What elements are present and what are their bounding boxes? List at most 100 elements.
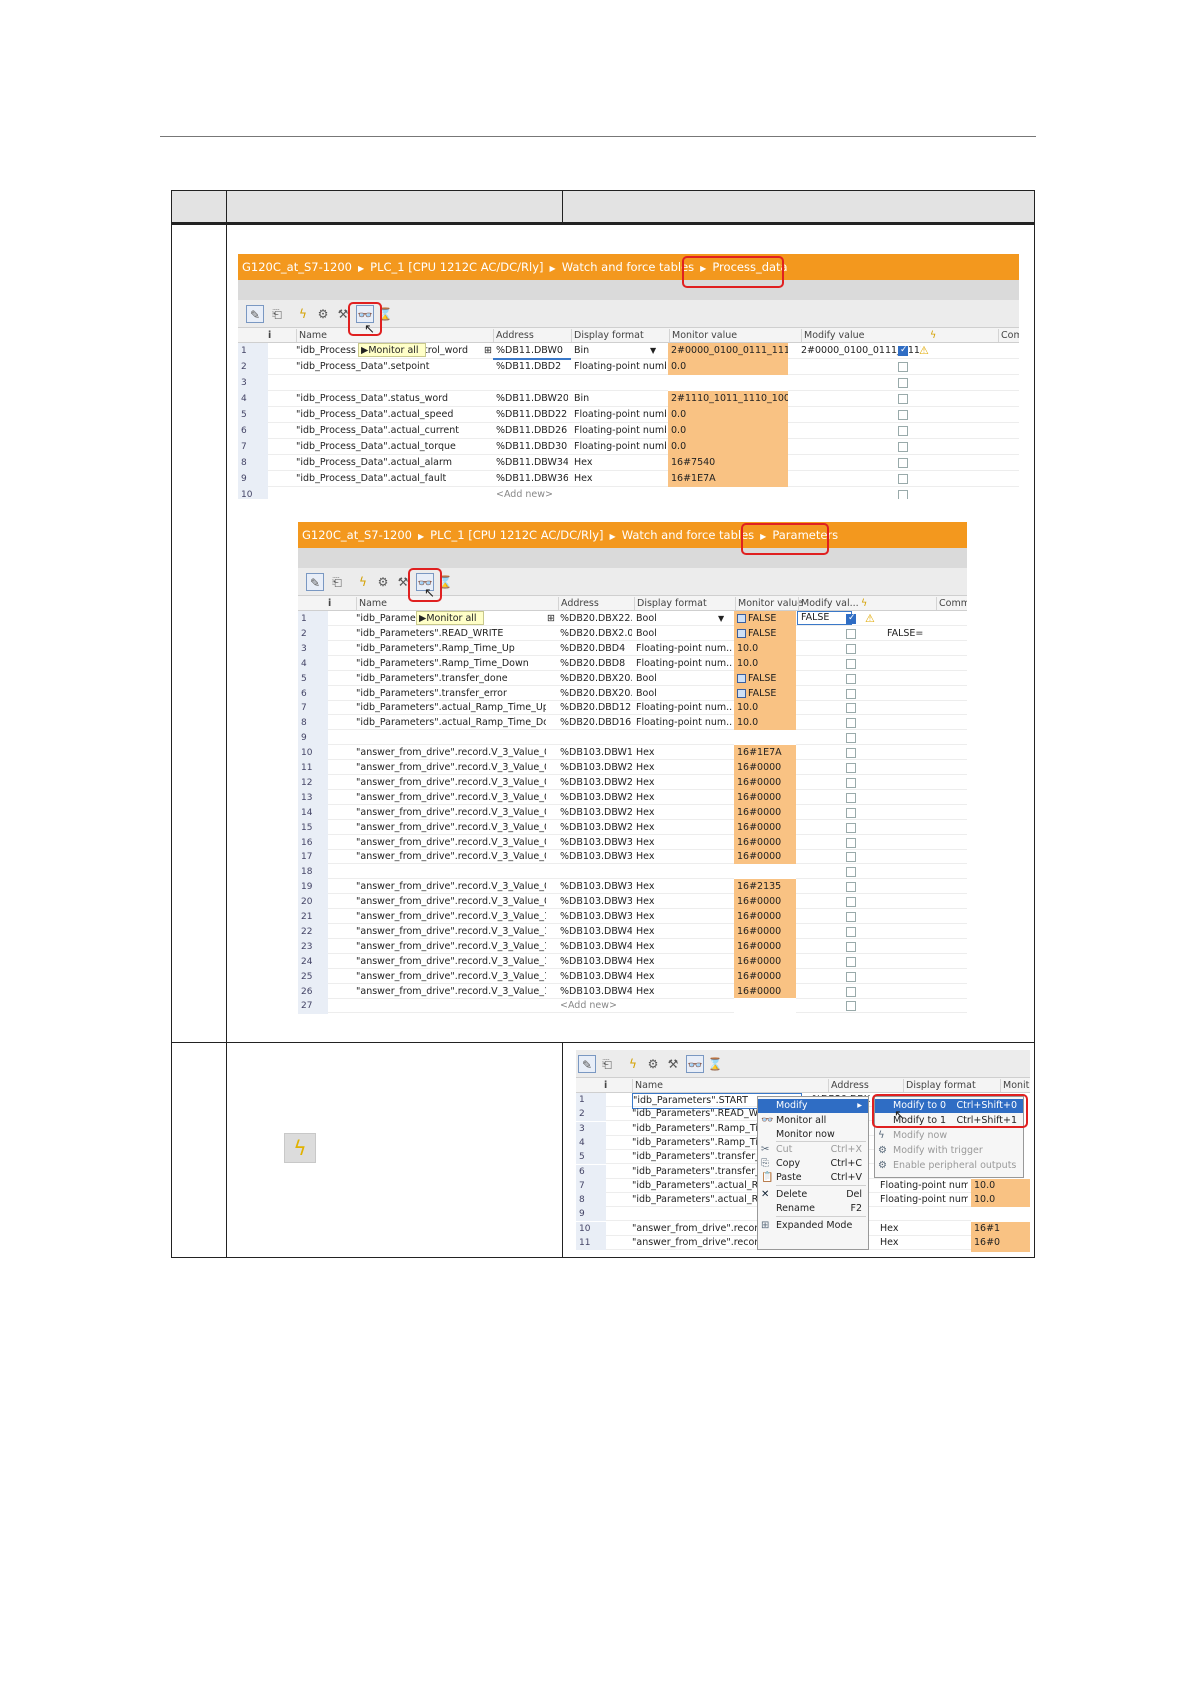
display-format-cell[interactable] xyxy=(574,487,666,499)
name-cell[interactable]: "answer_from_drive".record.V_3_Value_02 xyxy=(356,775,546,791)
address-cell[interactable]: %DB103.DBW30 xyxy=(560,835,632,851)
table-row[interactable]: 5 "idb_Process_Data".actual_speed %DB11.DB… xyxy=(238,407,1019,423)
comment-cell[interactable] xyxy=(887,864,967,880)
modify-value-cell[interactable] xyxy=(797,998,852,1014)
chevron-down-icon[interactable]: ▼ xyxy=(650,343,656,359)
name-cell[interactable]: "answer_from_drive".record.V_3_Value_00 xyxy=(356,745,546,761)
comment-cell[interactable] xyxy=(887,939,967,955)
name-cell[interactable]: "answer_from_drive".record.V_3_Value_03 xyxy=(356,790,546,806)
comment-cell[interactable]: FALSE= xyxy=(887,626,967,642)
name-cell[interactable]: "answer_from_drive".record.V_3_Value_10 xyxy=(356,909,546,925)
table-row[interactable]: 18 xyxy=(298,864,967,881)
modify-checkbox[interactable] xyxy=(846,956,856,967)
name-cell[interactable]: "idb_Parameters".READ_WRITE xyxy=(356,626,546,642)
modify-checkbox[interactable] xyxy=(846,703,856,714)
context-menu-item-modify[interactable]: Modify ▸ xyxy=(758,1099,868,1113)
modify-value-cell[interactable] xyxy=(797,820,852,836)
name-cell[interactable]: "answer_from_drive".record.V_3_Value_06 xyxy=(356,835,546,851)
display-format-cell[interactable]: Hex xyxy=(636,745,732,761)
display-format-cell[interactable]: Hex xyxy=(636,805,732,821)
display-format-cell[interactable]: Hex xyxy=(636,879,732,895)
table-row[interactable]: 2 "idb_Process_Data".setpoint %DB11.DBD2 Fl… xyxy=(238,359,1019,375)
address-cell[interactable]: %DB11.DBD2 xyxy=(496,359,568,375)
display-format-cell[interactable]: Bin xyxy=(574,391,666,407)
display-format-cell[interactable]: Floating-point num... xyxy=(636,715,732,731)
table-row[interactable]: 13 "answer_from_drive".record.V_3_Value_0… xyxy=(298,789,967,806)
modify-checkbox[interactable] xyxy=(846,852,856,863)
name-cell[interactable]: "answer_from_drive".record.V_3_Value_04 xyxy=(356,805,546,821)
display-format-column-header[interactable]: Display format xyxy=(571,329,644,342)
comment-cell[interactable] xyxy=(887,715,967,731)
table-row[interactable]: 16 "answer_from_drive".record.V_3_Value_0… xyxy=(298,834,967,851)
name-cell[interactable]: "answer_from_drive".record.V_3_Value_01 xyxy=(356,760,546,776)
submenu-item-enable-peripheral-outputs[interactable]: ⚙ Enable peripheral outputs xyxy=(875,1159,1023,1173)
address-cell[interactable]: %DB11.DBD26 xyxy=(496,423,568,439)
context-menu-item-delete[interactable]: ✕ Delete Del xyxy=(758,1188,868,1202)
table-row[interactable]: 3 xyxy=(238,375,1019,391)
table-row[interactable]: 11 "answer_from_drive".record.V_3_Value_0… xyxy=(298,760,967,776)
insert-row-icon[interactable]: ✎ xyxy=(306,573,324,591)
name-cell[interactable]: "idb_Parameters".actual_Ramp_Time_Up xyxy=(356,700,546,716)
name-cell[interactable] xyxy=(296,375,486,391)
name-column-header[interactable]: Name xyxy=(296,329,327,342)
add-row-icon[interactable]: ⎗ xyxy=(268,305,286,323)
table-row[interactable]: 22 "answer_from_drive".record.V_3_Value_1… xyxy=(298,923,967,940)
display-format-cell[interactable]: Floating-point numb... xyxy=(574,359,666,375)
modify-checkbox[interactable] xyxy=(846,837,856,848)
display-format-cell[interactable]: Hex xyxy=(636,894,732,910)
display-format-cell[interactable]: Hex xyxy=(636,954,732,970)
address-cell[interactable]: %DB103.DBW20 xyxy=(560,760,632,776)
modify-value-cell[interactable] xyxy=(797,969,852,985)
modify-value-cell[interactable]: FALSE xyxy=(797,611,852,625)
address-cell[interactable]: %DB11.DBW34 xyxy=(496,455,568,471)
modify-value-cell[interactable] xyxy=(797,671,852,687)
comment-cell[interactable] xyxy=(887,998,967,1014)
display-format-cell[interactable]: Hex xyxy=(574,471,666,487)
address-cell[interactable]: %DB11.DBW36 xyxy=(496,471,568,487)
table-row[interactable]: 23 "answer_from_drive".record.V_3_Value_1… xyxy=(298,938,967,955)
comment-cell[interactable] xyxy=(887,656,967,672)
modify-value-cell[interactable] xyxy=(797,835,852,851)
modify-value-cell[interactable] xyxy=(797,686,852,702)
modify-checkbox[interactable] xyxy=(846,822,856,833)
display-format-cell[interactable]: Hex xyxy=(880,1236,968,1252)
display-format-cell[interactable]: Hex xyxy=(636,775,732,791)
monitor-all-icon[interactable]: 👓 xyxy=(686,1055,704,1073)
comment-cell[interactable] xyxy=(887,924,967,940)
modify-value-cell[interactable] xyxy=(797,775,852,791)
table-icon[interactable]: ⊞ xyxy=(484,343,492,359)
modify-value-cell[interactable] xyxy=(797,864,852,880)
modify-checkbox[interactable] xyxy=(846,926,856,937)
table-row[interactable]: 4 "idb_Process_Data".status_word %DB11.DBW… xyxy=(238,391,1019,407)
modify-now-icon[interactable]: ϟ xyxy=(354,573,372,591)
modify-value-cell[interactable] xyxy=(797,730,852,746)
modify-checkbox[interactable] xyxy=(898,490,908,499)
name-cell[interactable]: "answer_from_drive".record xyxy=(632,1236,762,1252)
modify-checkbox[interactable] xyxy=(846,718,856,729)
name-cell[interactable]: "answer_from_drive".record.V_3_Value_12 xyxy=(356,939,546,955)
name-cell[interactable]: "answer_from_drive".record.V_3_Value_09 xyxy=(356,894,546,910)
display-format-column-header[interactable]: Display format xyxy=(634,597,707,610)
modify-checkbox[interactable] xyxy=(846,688,856,699)
display-format-cell[interactable]: Hex xyxy=(636,909,732,925)
modify-value-cell[interactable] xyxy=(797,626,852,642)
table-row[interactable]: 9 xyxy=(298,730,967,747)
modify-checkbox[interactable] xyxy=(846,658,856,669)
address-cell[interactable]: %DB103.DBW32 xyxy=(560,849,632,865)
address-cell[interactable] xyxy=(496,375,568,391)
modify-checkbox[interactable] xyxy=(846,733,856,744)
table-row[interactable]: 15 "answer_from_drive".record.V_3_Value_0… xyxy=(298,819,967,836)
comment-cell[interactable] xyxy=(887,805,967,821)
address-cell[interactable]: %DB103.DBW34 xyxy=(560,879,632,895)
name-cell[interactable]: "idb_Parameters".Ramp_Time_Up xyxy=(356,641,546,657)
modify-checkbox[interactable] xyxy=(846,613,856,624)
insert-row-icon[interactable]: ✎ xyxy=(578,1055,596,1073)
modify-checkbox[interactable] xyxy=(846,867,856,878)
address-cell[interactable]: %DB103.DBW28 xyxy=(560,820,632,836)
display-format-cell[interactable]: Hex xyxy=(636,790,732,806)
table-row[interactable]: 8 "idb_Process_Data".actual_alarm %DB11.DB… xyxy=(238,455,1019,471)
modify-checkbox[interactable] xyxy=(846,748,856,759)
address-cell[interactable]: %DB103.DBW26 xyxy=(560,805,632,821)
address-cell[interactable]: %DB20.DBX20.1 xyxy=(560,671,632,687)
name-cell[interactable]: "idb_Parameters".transfer_done xyxy=(356,671,546,687)
